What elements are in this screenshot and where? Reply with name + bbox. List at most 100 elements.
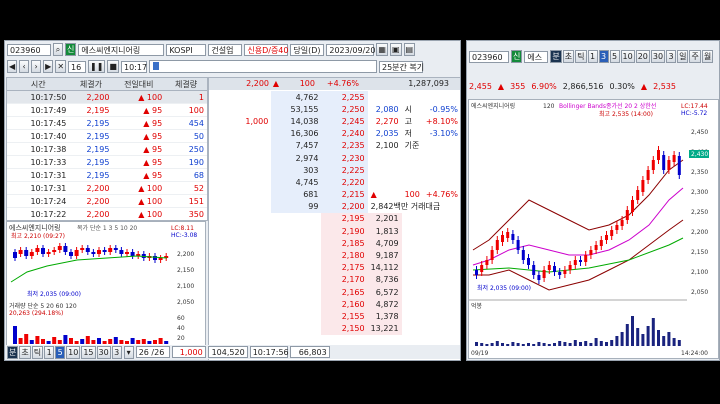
trade-row[interactable]: 10:17:38 2,195 ▲ 95 250 [7,142,207,156]
timeline-thumb[interactable] [152,62,159,70]
trade-row[interactable]: 10:17:22 2,200 ▲ 100 350 [7,207,207,220]
right-period-tab[interactable]: 분 [550,50,562,63]
bid-row[interactable]: 2,175 14,112 [209,261,460,274]
date-field[interactable]: 2023/09/20 [326,43,375,56]
bid-price[interactable]: 2,155 [321,310,368,323]
right-period-tab[interactable]: 30 [650,50,666,63]
trade-col-header[interactable]: 체결가 [69,78,113,91]
grid-icon[interactable]: ▤ [403,43,416,56]
right-period-tab[interactable]: 20 [635,50,650,63]
mini-candle [29,252,34,256]
trade-row[interactable]: 10:17:45 2,195 ▲ 95 454 [7,116,207,130]
save-icon[interactable]: ▣ [389,43,402,56]
ask-price[interactable]: 2,245 [321,115,368,128]
period-tab[interactable]: 5 [55,345,66,359]
bid-row[interactable]: 2,195 2,201 [209,212,460,226]
stop-icon[interactable]: ■ [107,60,119,73]
trade-row[interactable]: 10:17:33 2,195 ▲ 95 190 [7,155,207,169]
bid-price[interactable]: 2,170 [321,273,368,286]
mini-candle [125,252,129,254]
bid-price[interactable]: 2,160 [321,298,368,311]
bid-spacer [271,310,321,322]
bid-row[interactable]: 2,190 1,813 [209,225,460,238]
bid-price[interactable]: 2,175 [321,261,368,274]
bid-price[interactable]: 2,190 [321,225,368,238]
bid-price[interactable]: 2,195 [321,212,368,226]
trade-row[interactable]: 10:17:24 2,200 ▲ 100 151 [7,194,207,208]
ask-price[interactable]: 2,200 [321,200,368,213]
trade-row[interactable]: 10:17:31 2,200 ▲ 100 52 [7,181,207,195]
bid-row[interactable]: 2,170 8,736 [209,273,460,286]
next-icon[interactable]: › [31,60,42,73]
ask-price[interactable]: 2,225 [321,164,368,177]
right-period-tab[interactable]: 초 [562,50,575,63]
prev-icon[interactable]: ‹ [19,60,30,73]
trade-col-header[interactable]: 체결량 [165,78,207,91]
bid-row[interactable]: 2,150 13,221 [209,322,460,335]
bid-price[interactable]: 2,180 [321,249,368,262]
calendar-icon[interactable]: ▦ [376,43,388,56]
ask-row[interactable]: 2,974 2,230 [209,151,460,165]
trade-row[interactable]: 10:17:49 2,195 ▲ 95 100 [7,103,207,117]
bid-row[interactable]: 2,185 4,709 [209,237,460,250]
ask-row[interactable]: 4,745 2,220 [209,176,460,189]
right-period-tab[interactable]: 틱 [575,50,587,63]
right-period-tab[interactable]: 일 [677,50,689,63]
right-period-tab[interactable]: 1 [587,50,598,63]
period-tab[interactable]: 틱 [31,345,44,359]
bid-row[interactable]: 2,165 6,572 [209,286,460,299]
ask-price[interactable]: 2,255 [321,91,368,104]
forward-icon[interactable]: ▶ [43,60,54,73]
right-period-tab[interactable]: 3 [598,50,609,63]
ask-price[interactable]: 2,215 [321,188,368,201]
code-input[interactable]: 023960 [7,43,51,56]
ask-row[interactable]: 1,000 14,038 2,245 2,270 고 +8.10% [209,115,460,128]
main-chart[interactable]: 에스씨엔지니어링 120 Bollinger Bands종가선 20 2 상한선 최고… [468,99,719,359]
bid-row[interactable]: 2,155 1,378 [209,310,460,323]
trade-col-header[interactable]: 시간 [7,78,70,91]
bid-price[interactable]: 2,150 [321,322,368,335]
right-period-tab[interactable]: 주 [689,50,701,63]
bid-price[interactable]: 2,185 [321,237,368,250]
ask-price[interactable]: 2,235 [321,139,368,152]
right-period-tab[interactable]: 5 [609,50,620,63]
period-tab[interactable]: 초 [19,345,31,359]
right-period-tab[interactable]: 3 [666,50,677,63]
ask-price[interactable]: 2,240 [321,127,368,140]
ask-row[interactable]: 99 2,200 2,842백만 거래대금 [209,200,460,213]
ask-row[interactable]: 16,306 2,240 2,035 저 -3.10% [209,127,460,140]
bid-row[interactable]: 2,160 4,872 [209,298,460,311]
timeline-slider[interactable] [148,60,377,73]
pause-icon[interactable]: ❚❚ [88,60,106,73]
period-tab[interactable]: 1 [44,345,55,359]
ask-price[interactable]: 2,250 [321,103,368,116]
trade-row[interactable]: 10:17:31 2,195 ▲ 95 68 [7,168,207,182]
ask-row[interactable]: 53,155 2,250 2,080 시 -0.95% [209,103,460,116]
mini-volume-bar [63,335,68,344]
rewind-icon[interactable]: ◀ [7,60,18,73]
trade-row[interactable]: 10:17:50 2,200 ▲ 100 1 [7,90,207,104]
time-field[interactable]: 10:17 [120,60,147,73]
dropdown-icon[interactable]: ▾ [123,345,134,359]
right-period-tab[interactable]: 월 [701,50,714,63]
ask-row[interactable]: 7,457 2,235 2,100 기준 [209,139,460,152]
right-period-tab[interactable]: 10 [620,50,635,63]
ask-row[interactable]: 303 2,225 [209,164,460,177]
ask-row[interactable]: 4,762 2,255 [209,91,460,104]
right-code-input[interactable]: 023960 [469,50,509,63]
mini-chart[interactable]: 에스씨엔지니어링 복가 단순 1 3 5 10 20 최고 2,210 (09:27… [6,221,206,359]
search-icon[interactable]: ⌕ [53,43,63,56]
bid-price[interactable]: 2,165 [321,286,368,299]
speed-field[interactable]: 16 [68,60,87,73]
ask-row[interactable]: 681 2,215 ▲ 100 +4.76% [209,188,460,201]
trade-row[interactable]: 10:17:40 2,195 ▲ 95 50 [7,129,207,143]
period-tab[interactable]: 3 [111,345,122,359]
period-tab[interactable]: 30 [96,345,111,359]
ask-price[interactable]: 2,220 [321,176,368,189]
ask-price[interactable]: 2,230 [321,151,368,165]
period-tab[interactable]: 15 [81,345,96,359]
period-tab[interactable]: 10 [66,345,81,359]
period-tab[interactable]: 분 [7,345,19,359]
trade-col-header[interactable]: 전일대비 [112,78,166,91]
bid-row[interactable]: 2,180 9,187 [209,249,460,262]
